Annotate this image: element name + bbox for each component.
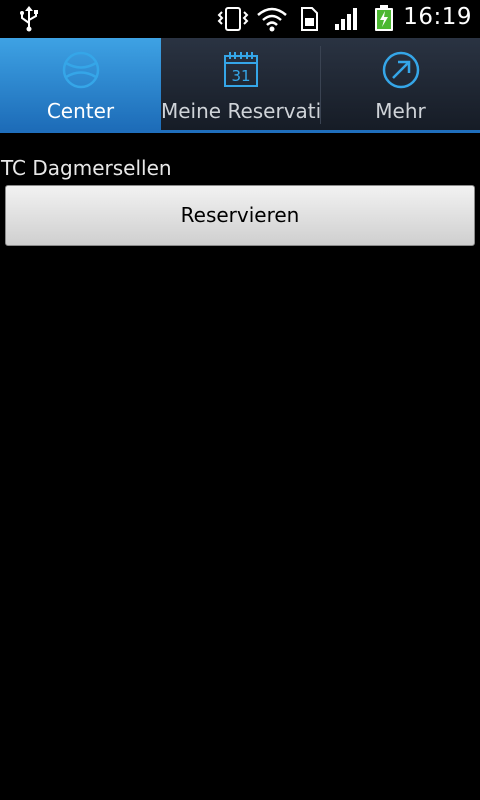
signal-icon	[335, 8, 357, 30]
reserve-button[interactable]: Reservieren	[5, 185, 475, 246]
tab-meine-reservationen-label: Meine Reservationen	[161, 99, 320, 123]
status-time: 16:19	[403, 4, 472, 30]
calendar-day: 31	[231, 67, 250, 85]
tab-meine-reservationen[interactable]: 31 Meine Reservationen	[161, 38, 320, 130]
vibrate-icon	[217, 7, 249, 31]
tab-mehr-label: Mehr	[375, 99, 426, 123]
tab-center[interactable]: Center	[0, 38, 161, 130]
tennis-ball-icon	[62, 51, 99, 89]
sim-icon	[301, 7, 318, 31]
tab-mehr[interactable]: Mehr	[321, 38, 480, 130]
tab-center-label: Center	[46, 99, 115, 123]
center-name: TC Dagmersellen	[1, 156, 172, 180]
usb-icon	[20, 6, 38, 32]
tab-underline	[0, 130, 480, 133]
status-bar: 16:19	[0, 0, 480, 38]
wifi-icon	[257, 7, 287, 32]
arrow-out-icon	[382, 51, 419, 89]
tab-bar: Center 31 Meine Reservationen Mehr	[0, 38, 480, 130]
battery-charging-icon	[375, 5, 393, 31]
calendar-icon: 31	[223, 52, 258, 87]
